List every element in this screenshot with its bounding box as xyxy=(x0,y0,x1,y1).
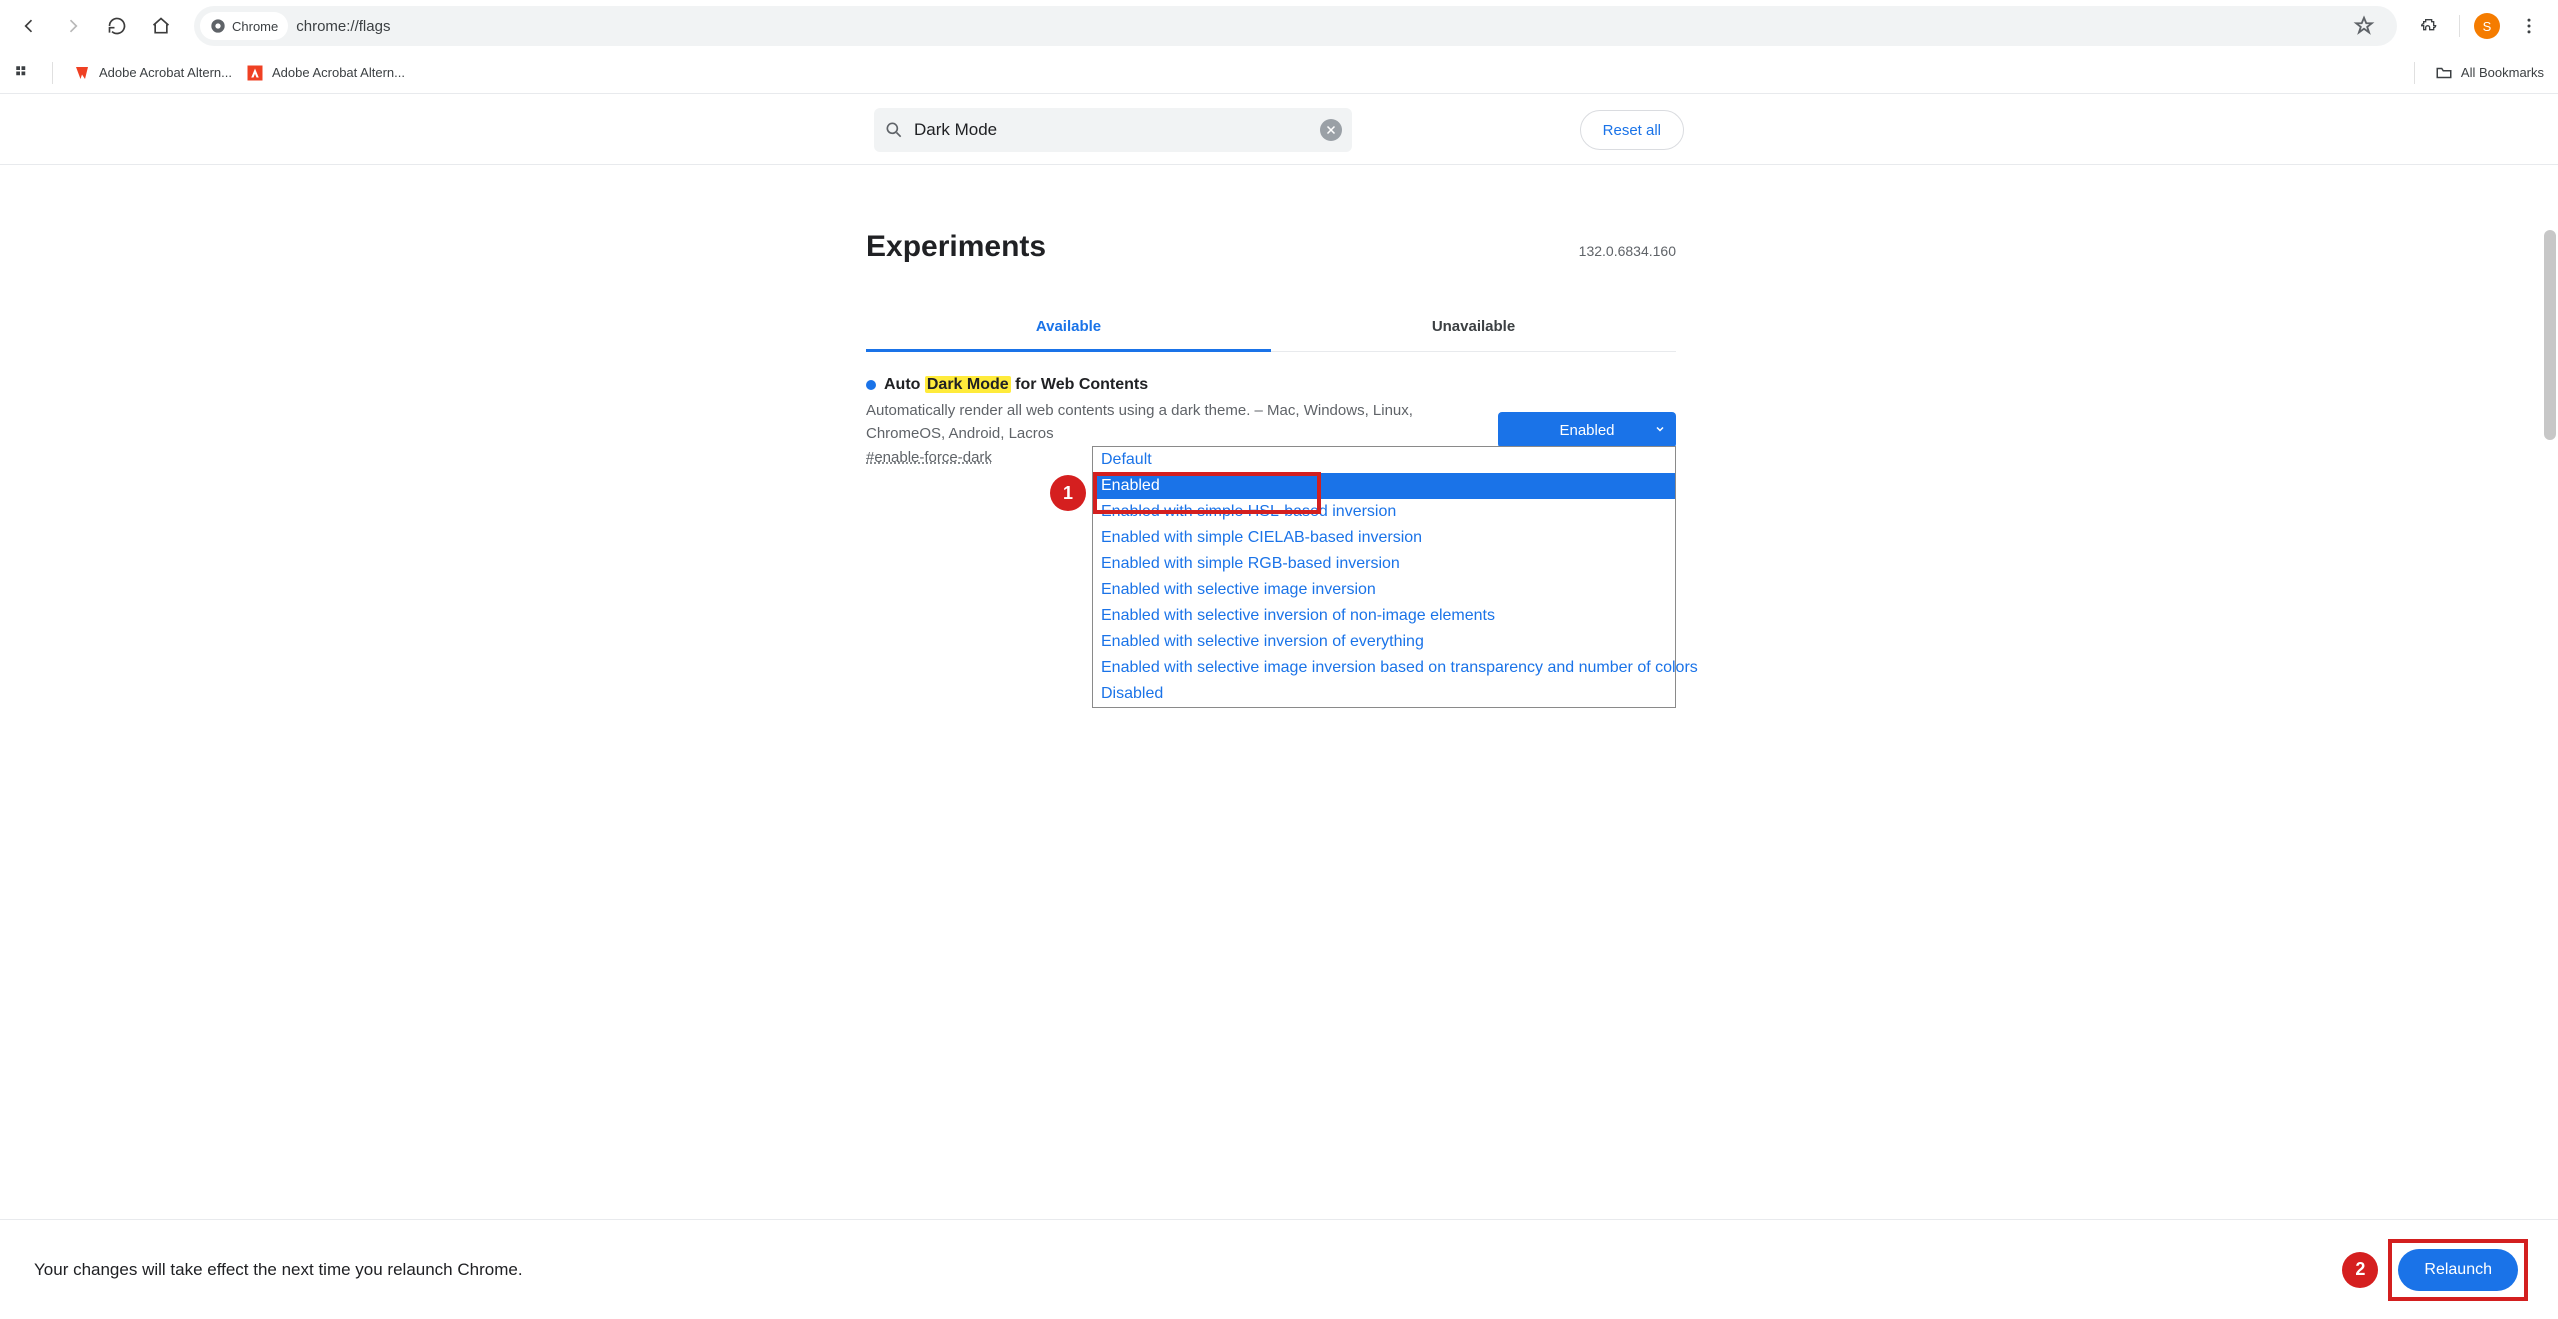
menu-button[interactable] xyxy=(2508,5,2550,47)
version-text: 132.0.6834.160 xyxy=(1579,243,1676,259)
chevron-down-icon xyxy=(1654,422,1666,439)
flags-search-header: Reset all xyxy=(0,94,2558,165)
content-area: Experiments 132.0.6834.160 Available Una… xyxy=(0,230,2542,1219)
separator xyxy=(52,62,53,84)
bookmark-item[interactable]: Adobe Acrobat Altern... xyxy=(246,64,405,82)
extensions-button[interactable] xyxy=(2409,5,2451,47)
separator xyxy=(2459,15,2460,37)
bookmark-item[interactable]: Adobe Acrobat Altern... xyxy=(73,64,232,82)
flag-entry: Auto Dark Mode for Web Contents Automati… xyxy=(866,376,1676,467)
clear-search-button[interactable] xyxy=(1320,119,1342,141)
close-icon xyxy=(1325,124,1337,136)
tabs: Available Unavailable xyxy=(866,304,1676,352)
scrollbar[interactable] xyxy=(2544,230,2556,440)
reset-all-button[interactable]: Reset all xyxy=(1580,110,1684,150)
tab-unavailable[interactable]: Unavailable xyxy=(1271,304,1676,351)
relaunch-button[interactable]: Relaunch xyxy=(2398,1249,2518,1291)
tab-available[interactable]: Available xyxy=(866,304,1271,352)
browser-toolbar: Chrome chrome://flags S xyxy=(0,0,2558,52)
dropdown-option[interactable]: Enabled with selective inversion of ever… xyxy=(1093,629,1675,655)
footer-message: Your changes will take effect the next t… xyxy=(34,1260,523,1280)
separator xyxy=(2414,62,2415,84)
page-title: Experiments xyxy=(866,230,1046,264)
flag-description: Automatically render all web contents us… xyxy=(866,400,1478,445)
search-input[interactable] xyxy=(914,120,1310,140)
flag-select: Enabled Default Enabled Enabled with sim… xyxy=(1498,412,1676,448)
dropdown-option[interactable]: Enabled with selective image inversion b… xyxy=(1093,655,1675,681)
dropdown-option[interactable]: Enabled with simple HSL-based inversion xyxy=(1093,499,1675,525)
annotation-badge: 1 xyxy=(1050,475,1086,511)
dropdown-option[interactable]: Enabled with simple RGB-based inversion xyxy=(1093,551,1675,577)
apps-button[interactable] xyxy=(14,64,32,82)
modified-dot-icon xyxy=(866,380,876,390)
profile-avatar[interactable]: S xyxy=(2474,13,2500,39)
address-bar[interactable]: Chrome chrome://flags xyxy=(194,6,2397,46)
annotation-badge: 2 xyxy=(2342,1252,2378,1288)
site-identity-chip[interactable]: Chrome xyxy=(200,12,288,40)
home-button[interactable] xyxy=(140,5,182,47)
dropdown-option[interactable]: Disabled xyxy=(1093,681,1675,707)
dropdown-option[interactable]: Enabled with simple CIELAB-based inversi… xyxy=(1093,525,1675,551)
flags-search-box[interactable] xyxy=(874,108,1352,152)
search-highlight: Dark Mode xyxy=(925,376,1011,393)
all-bookmarks-label: All Bookmarks xyxy=(2461,65,2544,80)
all-bookmarks-button[interactable]: All Bookmarks xyxy=(2435,64,2544,82)
relaunch-footer: Your changes will take effect the next t… xyxy=(0,1219,2558,1319)
search-icon xyxy=(884,120,904,140)
dropdown-option[interactable]: Enabled xyxy=(1093,473,1675,499)
bookmark-label: Adobe Acrobat Altern... xyxy=(272,65,405,80)
flag-dropdown-button[interactable]: Enabled xyxy=(1498,412,1676,448)
adobe-icon xyxy=(73,64,91,82)
url-text: chrome://flags xyxy=(296,18,390,35)
bookmark-star-button[interactable] xyxy=(2343,5,2385,47)
bookmarks-bar: Adobe Acrobat Altern... Adobe Acrobat Al… xyxy=(0,52,2558,94)
forward-button[interactable] xyxy=(52,5,94,47)
chrome-logo-icon xyxy=(210,18,226,34)
flag-dropdown-list: Default Enabled Enabled with simple HSL-… xyxy=(1092,446,1676,708)
dropdown-option[interactable]: Default xyxy=(1093,447,1675,473)
folder-icon xyxy=(2435,64,2453,82)
bookmark-label: Adobe Acrobat Altern... xyxy=(99,65,232,80)
back-button[interactable] xyxy=(8,5,50,47)
flag-selected-value: Enabled xyxy=(1559,422,1614,439)
adobe-icon xyxy=(246,64,264,82)
flag-title: Auto Dark Mode for Web Contents xyxy=(866,376,1478,394)
reload-button[interactable] xyxy=(96,5,138,47)
flag-hash-link[interactable]: #enable-force-dark xyxy=(866,449,992,466)
chip-label: Chrome xyxy=(232,19,278,34)
dropdown-option[interactable]: Enabled with selective image inversion xyxy=(1093,577,1675,603)
dropdown-option[interactable]: Enabled with selective inversion of non-… xyxy=(1093,603,1675,629)
